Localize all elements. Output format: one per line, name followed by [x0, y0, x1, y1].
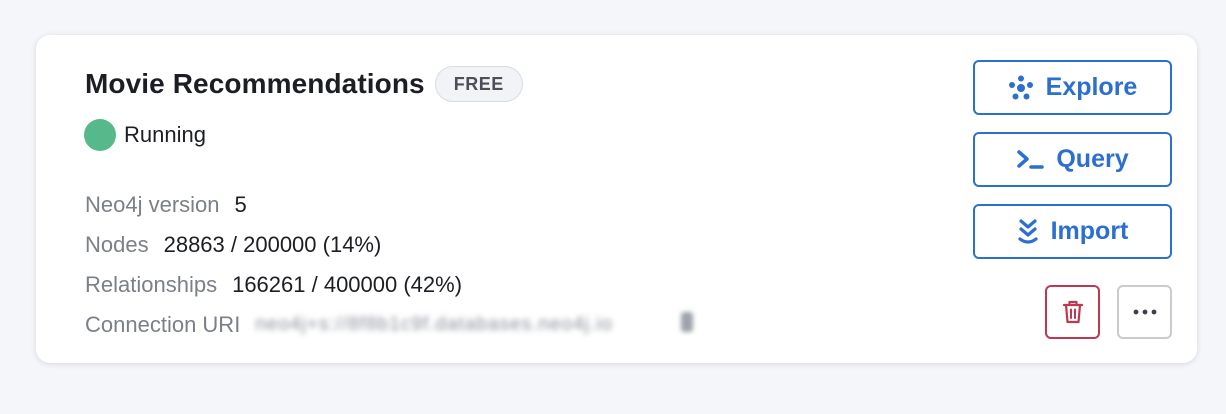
- detail-label: Nodes: [85, 232, 149, 257]
- instance-details: Neo4j version 5 Nodes 28863 / 200000 (14…: [85, 185, 695, 345]
- detail-value: 166261 / 400000 (42%): [232, 272, 463, 297]
- copy-icon[interactable]: [679, 310, 695, 340]
- detail-row-relationships: Relationships 166261 / 400000 (42%): [85, 265, 695, 305]
- more-horizontal-icon: [1133, 309, 1156, 315]
- status-indicator: Running: [84, 119, 206, 151]
- status-dot: [84, 119, 116, 151]
- detail-label: Connection URI: [85, 312, 241, 337]
- query-button[interactable]: Query: [973, 132, 1172, 187]
- detail-label: Neo4j version: [85, 192, 220, 217]
- detail-row-nodes: Nodes 28863 / 200000 (14%): [85, 225, 695, 265]
- detail-label: Relationships: [85, 272, 218, 297]
- trash-icon: [1062, 300, 1083, 324]
- explore-label: Explore: [1045, 73, 1138, 101]
- detail-value: 5: [234, 192, 247, 217]
- explore-button[interactable]: Explore: [973, 60, 1172, 115]
- instance-card: Movie Recommendations FREE Running Neo4j…: [36, 35, 1197, 363]
- connection-uri-value[interactable]: neo4j+s://8f8b1c9f.databases.neo4j.io: [255, 314, 665, 336]
- tier-badge: FREE: [434, 66, 523, 102]
- import-icon: [1018, 218, 1038, 244]
- detail-row-version: Neo4j version 5: [85, 185, 695, 225]
- import-button[interactable]: Import: [973, 204, 1172, 259]
- import-label: Import: [1050, 217, 1129, 245]
- more-button[interactable]: [1117, 285, 1172, 339]
- query-label: Query: [1056, 145, 1129, 173]
- terminal-icon: [1017, 149, 1045, 169]
- delete-button[interactable]: [1045, 285, 1100, 339]
- instance-title: Movie Recommendations: [85, 68, 425, 99]
- detail-row-connection-uri: Connection URI neo4j+s://8f8b1c9f.databa…: [85, 305, 695, 345]
- status-text: Running: [124, 122, 206, 147]
- title-row: Movie Recommendations FREE: [85, 66, 523, 102]
- detail-value: 28863 / 200000 (14%): [163, 232, 382, 257]
- explore-icon: [1008, 75, 1033, 99]
